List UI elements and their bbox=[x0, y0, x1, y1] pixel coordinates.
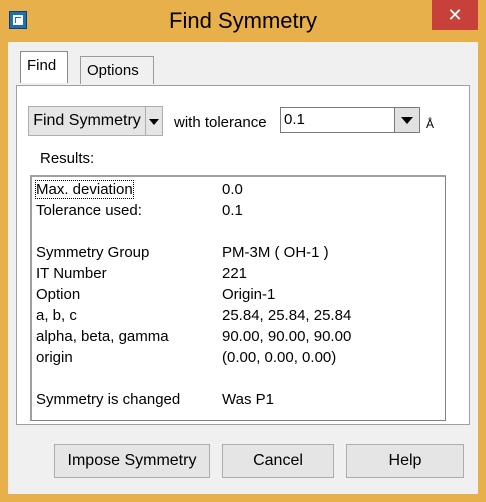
cancel-button[interactable]: Cancel bbox=[222, 444, 334, 478]
result-value: Origin-1 bbox=[222, 286, 276, 303]
impose-symmetry-button[interactable]: Impose Symmetry bbox=[54, 444, 210, 478]
result-value: 0.1 bbox=[222, 202, 243, 219]
help-button[interactable]: Help bbox=[346, 444, 464, 478]
result-value: 90.00, 90.00, 90.00 bbox=[222, 328, 352, 345]
title-bar[interactable]: Find Symmetry ✕ bbox=[0, 0, 486, 42]
result-value: (0.00, 0.00, 0.00) bbox=[222, 349, 337, 366]
window-title: Find Symmetry bbox=[169, 8, 317, 33]
result-key: alpha, beta, gamma bbox=[36, 328, 169, 345]
result-value: 0.0 bbox=[222, 181, 243, 198]
result-value: Was P1 bbox=[222, 391, 274, 408]
tolerance-value: 0.1 bbox=[284, 111, 305, 128]
result-value: PM-3M ( OH-1 ) bbox=[222, 244, 329, 261]
tab-find[interactable]: Find bbox=[20, 51, 68, 83]
find-symmetry-button[interactable]: Find Symmetry bbox=[28, 106, 146, 136]
result-key: Option bbox=[36, 286, 81, 303]
result-value: 25.84, 25.84, 25.84 bbox=[222, 307, 352, 324]
close-button[interactable]: ✕ bbox=[432, 0, 478, 30]
chevron-down-icon bbox=[149, 119, 159, 125]
result-key: Max. deviation bbox=[35, 180, 134, 199]
result-key: origin bbox=[36, 349, 73, 366]
dialog-window: Find Symmetry ✕ Find Options Find Symmet… bbox=[0, 0, 486, 502]
results-textbox[interactable]: Max. deviation 0.0 Tolerance used: 0.1 S… bbox=[30, 175, 446, 421]
unit-label: Å bbox=[426, 117, 435, 131]
result-key: Tolerance used: bbox=[36, 202, 142, 219]
result-key: a, b, c bbox=[36, 307, 77, 324]
tolerance-dropdown-button[interactable] bbox=[394, 108, 419, 132]
results-label: Results: bbox=[40, 150, 95, 167]
tolerance-label: with tolerance bbox=[174, 114, 267, 131]
chevron-down-icon bbox=[401, 117, 413, 124]
result-key: Symmetry is changed bbox=[36, 391, 181, 408]
tab-options[interactable]: Options bbox=[80, 56, 154, 84]
result-value: 221 bbox=[222, 265, 248, 282]
result-key: Symmetry Group bbox=[36, 244, 150, 261]
find-symmetry-dropdown-button[interactable] bbox=[145, 106, 163, 136]
tolerance-combo[interactable]: 0.1 bbox=[280, 107, 420, 133]
dialog-client-area: Find Options Find Symmetry with toleranc… bbox=[8, 42, 478, 494]
result-key: IT Number bbox=[36, 265, 107, 282]
